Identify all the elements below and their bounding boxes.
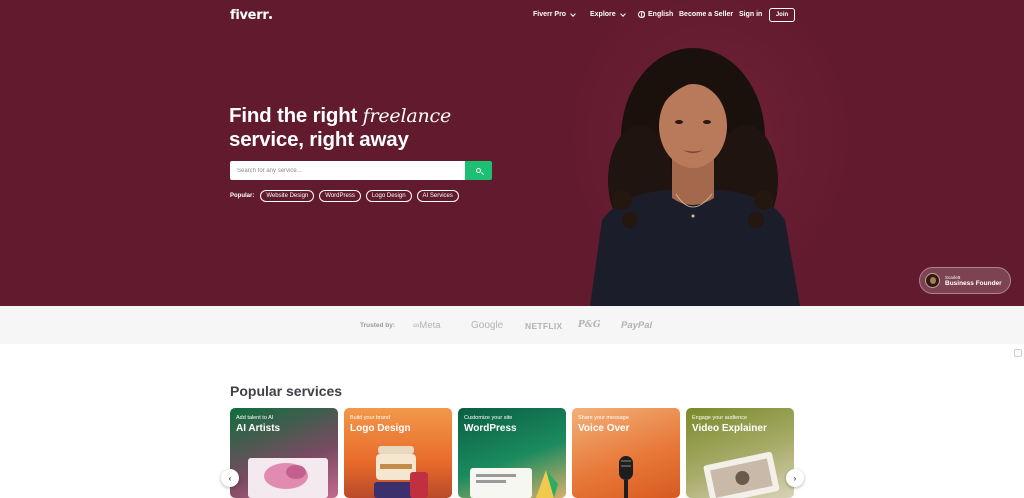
card-title: WordPress <box>464 423 517 434</box>
nav-language-label: English <box>648 11 674 18</box>
brand-meta: ∞Meta <box>413 320 441 331</box>
card-subtitle: Share your message <box>578 415 629 421</box>
badge-text: Scarlett Business Founder <box>945 275 1002 287</box>
logo-text: fiverr <box>230 8 269 23</box>
popular-label: Popular: <box>230 193 255 199</box>
logo-dot <box>269 16 273 19</box>
popular-chip-ai-services[interactable]: AI Services <box>416 190 459 202</box>
chevron-left-icon: ‹ <box>228 473 232 483</box>
card-logo-design-illustration <box>374 446 428 498</box>
card-subtitle: Customize your site <box>464 415 513 421</box>
search-bar <box>230 161 492 180</box>
carousel-next-button[interactable]: › <box>786 469 804 487</box>
brand-meta-label: Meta <box>419 320 441 331</box>
trusted-by-bar: Trusted by: ∞Meta Google NETFLIX P&G Pay… <box>0 306 1024 344</box>
side-feedback-tab[interactable] <box>1014 349 1022 357</box>
nav-explore-label: Explore <box>590 11 616 18</box>
service-card-video-explainer[interactable]: Engage your audience Video Explainer <box>686 408 794 498</box>
chevron-right-icon: › <box>793 473 797 483</box>
nav-explore[interactable]: Explore <box>590 10 626 18</box>
search-input[interactable] <box>230 161 465 180</box>
brand-netflix: NETFLIX <box>525 321 563 331</box>
hero-section: fiverr Fiverr Pro Explore English Become… <box>0 0 1024 306</box>
badge-role: Business Founder <box>945 279 1002 287</box>
popular-chip-website-design[interactable]: Website Design <box>260 190 315 202</box>
service-card-logo-design[interactable]: Build your brand Logo Design <box>344 408 452 498</box>
globe-icon <box>638 11 645 18</box>
nav-language[interactable]: English <box>638 11 673 18</box>
carousel-prev-button[interactable]: ‹ <box>221 469 239 487</box>
headline-line-1: Find the right freelance <box>229 104 451 128</box>
fiverr-logo[interactable]: fiverr <box>230 8 273 23</box>
service-card-ai-artists[interactable]: Add talent to AI AI Artists <box>230 408 338 498</box>
card-title: Voice Over <box>578 423 630 434</box>
avatar <box>925 273 940 288</box>
headline-italic-word: freelance <box>362 105 452 127</box>
brand-google: Google <box>471 320 504 331</box>
hero-headline: Find the right freelance service, right … <box>229 104 451 152</box>
microphone-icon <box>619 456 633 498</box>
card-wordpress-illustration <box>470 468 558 498</box>
headline-line-2: service, right away <box>229 128 409 151</box>
join-button[interactable]: Join <box>769 8 795 22</box>
card-video-explainer-illustration <box>703 451 780 498</box>
nav-sign-in-label: Sign in <box>739 11 763 18</box>
card-title: AI Artists <box>236 423 281 434</box>
service-card-voice-over[interactable]: Share your message Voice Over <box>572 408 680 498</box>
search-button[interactable] <box>465 161 492 180</box>
top-nav: fiverr Fiverr Pro Explore English Become… <box>0 0 1024 32</box>
card-title: Video Explainer <box>692 423 767 434</box>
popular-chip-wordpress[interactable]: WordPress <box>319 190 361 202</box>
card-subtitle: Add talent to AI <box>236 415 274 421</box>
service-card-wordpress[interactable]: Customize your site WordPress <box>458 408 566 498</box>
popular-services-title: Popular services <box>230 383 343 399</box>
card-ai-artists-illustration <box>248 458 328 498</box>
popular-tags: Popular: Website Design WordPress Logo D… <box>230 190 459 202</box>
hero-person-image <box>590 48 800 306</box>
headline-prefix: Find the right <box>229 104 363 127</box>
card-subtitle: Engage your audience <box>692 415 748 421</box>
card-title: Logo Design <box>350 423 411 434</box>
brand-pg: P&G <box>578 320 601 330</box>
search-icon <box>476 168 481 173</box>
chevron-down-icon <box>619 10 626 17</box>
chevron-down-icon <box>570 10 576 17</box>
trusted-label: Trusted by: <box>360 322 396 329</box>
nav-sign-in[interactable]: Sign in <box>739 11 762 18</box>
nav-fiverr-pro-label: Fiverr Pro <box>533 11 567 18</box>
nav-fiverr-pro[interactable]: Fiverr Pro <box>533 10 576 18</box>
brand-paypal: PayPal <box>621 320 653 331</box>
nav-become-seller-label: Become a Seller <box>679 11 734 18</box>
popular-chip-logo-design[interactable]: Logo Design <box>365 190 412 202</box>
nav-become-seller[interactable]: Become a Seller <box>679 11 733 18</box>
card-subtitle: Build your brand <box>350 415 391 421</box>
freelancer-badge[interactable]: Scarlett Business Founder <box>919 267 1011 294</box>
